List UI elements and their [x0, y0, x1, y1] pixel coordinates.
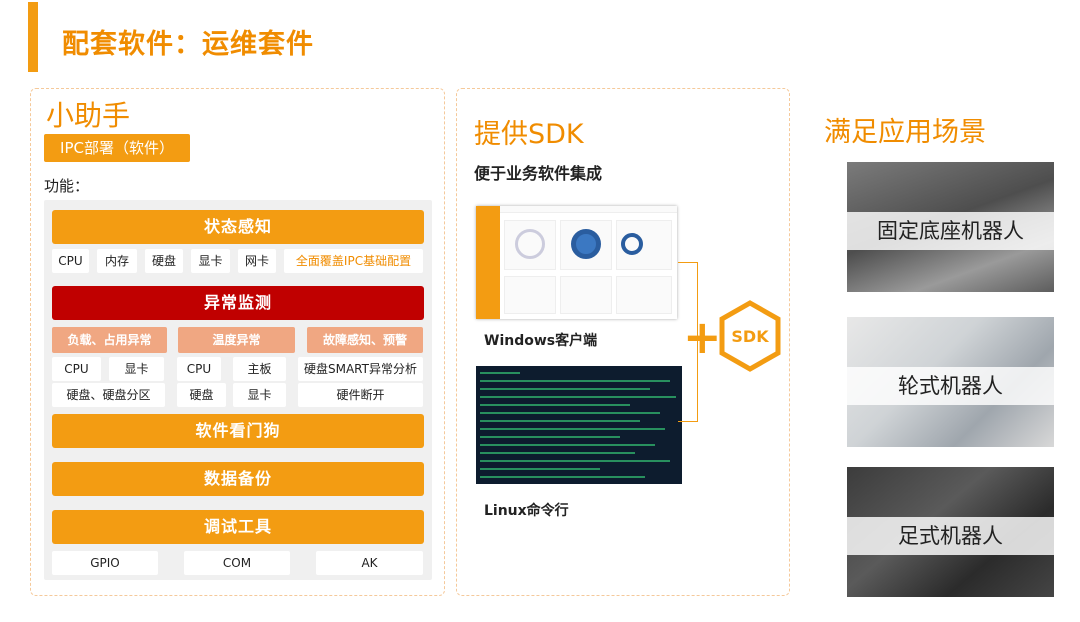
terminal-line	[480, 436, 620, 438]
sdk-subtitle: 便于业务软件集成	[474, 164, 603, 183]
status-awareness-bar: 状态感知	[52, 210, 424, 244]
status-chip-gpu: 显卡	[191, 249, 230, 273]
fixed-base-robot-label: 固定底座机器人	[847, 212, 1054, 250]
plus-icon: +	[683, 310, 722, 364]
anomaly-monitor-bar: 异常监测	[52, 286, 424, 320]
gauge-ring	[515, 229, 545, 259]
ipc-deploy-badge: IPC部署（软件）	[44, 134, 190, 162]
status-chip-disk: 硬盘	[145, 249, 183, 273]
wheeled-robot-label: 轮式机器人	[847, 367, 1054, 405]
terminal-line	[480, 420, 640, 422]
function-label: 功能：	[44, 177, 90, 195]
windows-client-net-card	[616, 276, 672, 314]
legged-robot-image: 足式机器人	[847, 467, 1054, 597]
wheeled-robot-image: 轮式机器人	[847, 317, 1054, 447]
debug-tools-bar: 调试工具	[52, 510, 424, 544]
linux-terminal-screenshot	[476, 366, 682, 484]
anomaly-chip-gpu-fault: 显卡	[233, 383, 286, 407]
windows-client-sidebar	[476, 206, 500, 319]
windows-client-screenshot	[476, 206, 677, 319]
sdk-title: 提供SDK	[474, 119, 584, 150]
terminal-line	[480, 396, 676, 398]
terminal-line	[480, 428, 665, 430]
windows-client-gauge-card	[504, 220, 556, 270]
anomaly-category-load: 负载、占用异常	[52, 327, 167, 353]
terminal-line	[480, 468, 600, 470]
scenarios-title: 满足应用场景	[824, 117, 986, 148]
anomaly-chip-gpu: 显卡	[109, 357, 164, 381]
fixed-base-robot-image: 固定底座机器人	[847, 162, 1054, 292]
windows-client-memory-card	[616, 220, 672, 270]
status-chip-cpu: CPU	[52, 249, 89, 273]
terminal-line	[480, 460, 670, 462]
windows-client-label: Windows客户端	[484, 333, 598, 349]
anomaly-chip-smart: 硬盘SMART异常分析	[298, 357, 423, 381]
data-backup-bar: 数据备份	[52, 462, 424, 496]
terminal-line	[480, 388, 650, 390]
terminal-line	[480, 452, 635, 454]
anomaly-chip-disk: 硬盘	[177, 383, 226, 407]
anomaly-chip-cpu: CPU	[52, 357, 101, 381]
legged-robot-label: 足式机器人	[847, 517, 1054, 555]
page-title: 配套软件：运维套件	[62, 29, 314, 60]
disk-ring	[571, 229, 601, 259]
windows-client-temp-card	[560, 276, 612, 314]
status-chip-ipc-coverage: 全面覆盖IPC基础配置	[284, 249, 423, 273]
windows-client-list-card	[504, 276, 556, 314]
title-accent-bar	[28, 2, 38, 72]
terminal-line	[480, 476, 645, 478]
sdk-hexagon-icon: SDK	[719, 300, 781, 372]
terminal-line	[480, 380, 670, 382]
memory-ring	[621, 233, 643, 255]
status-chip-memory: 内存	[97, 249, 137, 273]
anomaly-category-fault: 故障感知、预警	[307, 327, 423, 353]
terminal-line	[480, 404, 630, 406]
anomaly-chip-partition: 硬盘、硬盘分区	[52, 383, 165, 407]
anomaly-category-temperature: 温度异常	[178, 327, 295, 353]
anomaly-chip-cpu-temp: CPU	[177, 357, 221, 381]
anomaly-chip-disconnect: 硬件断开	[298, 383, 423, 407]
linux-cli-label: Linux命令行	[484, 503, 569, 519]
debug-chip-ak: AK	[316, 551, 423, 575]
windows-client-topbar	[500, 206, 677, 213]
software-watchdog-bar: 软件看门狗	[52, 414, 424, 448]
debug-chip-gpio: GPIO	[52, 551, 158, 575]
status-chip-nic: 网卡	[238, 249, 276, 273]
terminal-line	[480, 372, 520, 374]
anomaly-chip-motherboard: 主板	[233, 357, 286, 381]
terminal-line	[480, 444, 655, 446]
sdk-icon-text: SDK	[731, 327, 769, 346]
debug-chip-com: COM	[184, 551, 290, 575]
terminal-line	[480, 412, 660, 414]
windows-client-disk-card	[560, 220, 612, 270]
assistant-title: 小助手	[46, 99, 131, 132]
